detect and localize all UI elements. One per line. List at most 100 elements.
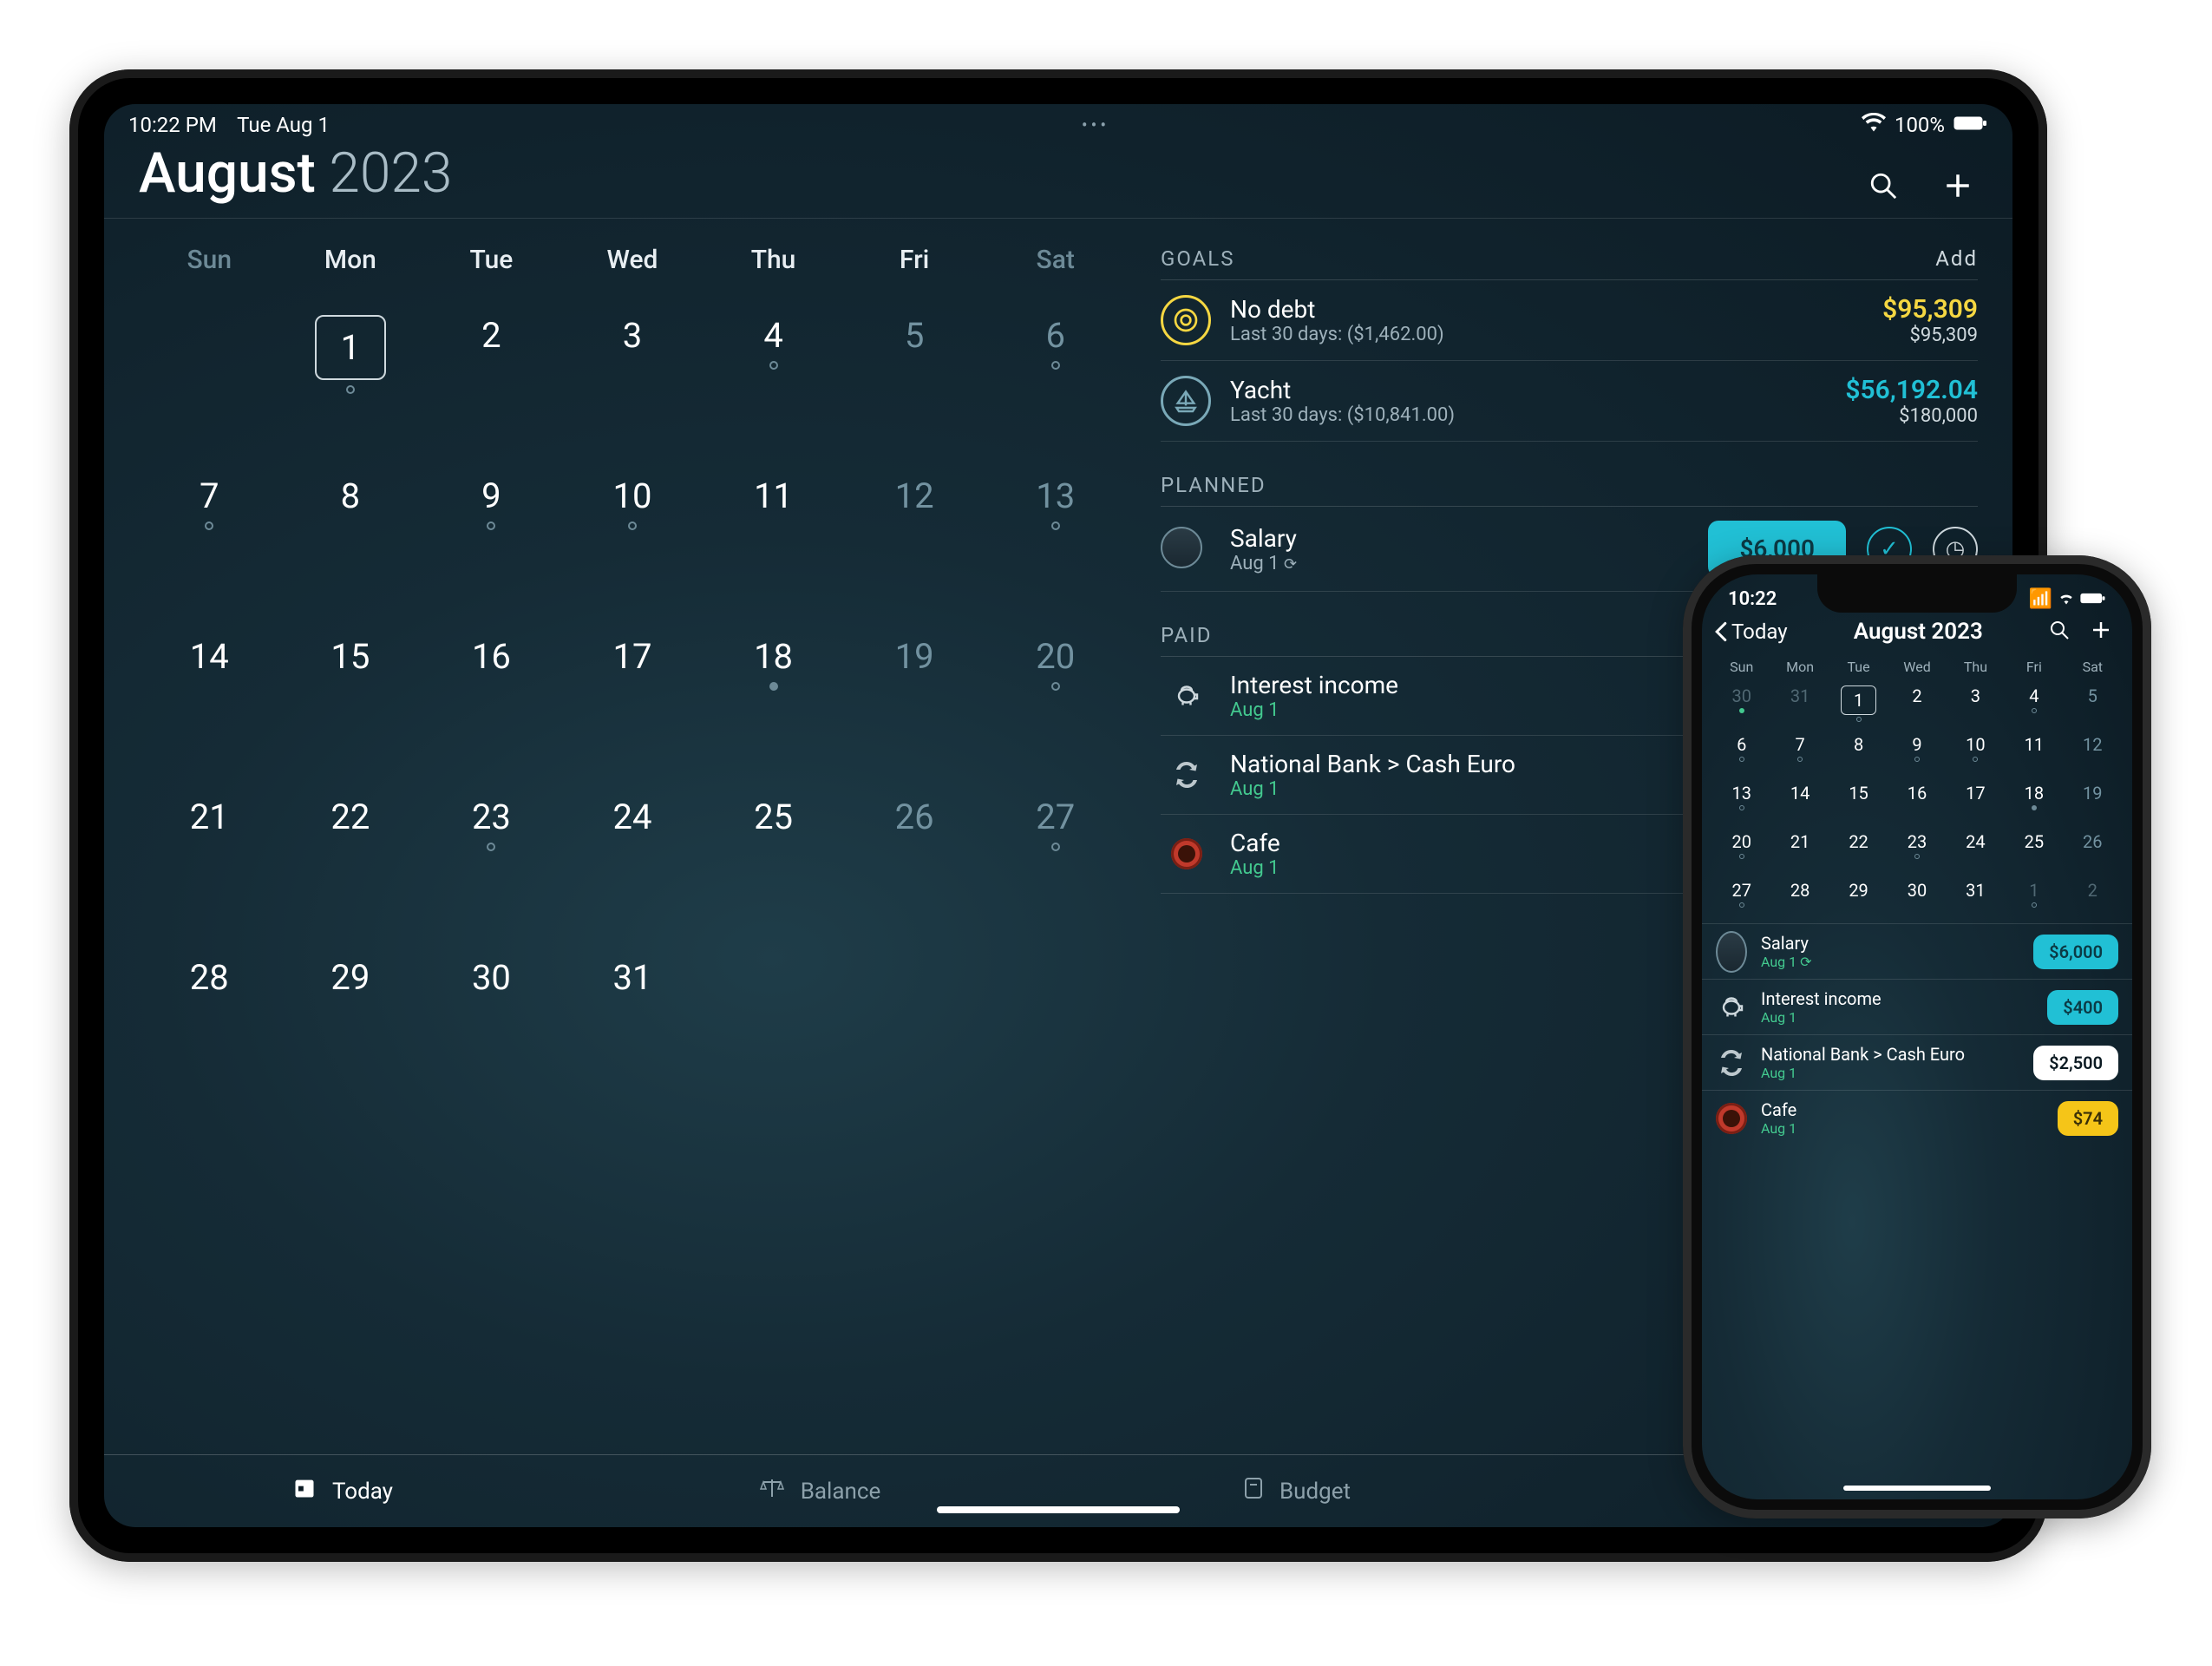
calendar-day[interactable]: 2 xyxy=(1888,680,1946,729)
search-button[interactable] xyxy=(1863,166,1903,206)
calendar-day[interactable]: 17 xyxy=(562,620,704,781)
calendar-day[interactable]: 6 xyxy=(1712,729,1770,777)
calendar-day[interactable]: 5 xyxy=(2064,680,2122,729)
transaction-row[interactable]: Interest incomeAug 1 $400 xyxy=(1702,979,2132,1034)
tab-today[interactable]: Today xyxy=(104,1476,581,1506)
home-indicator[interactable] xyxy=(937,1506,1180,1513)
calendar-day[interactable]: 8 xyxy=(280,460,422,620)
calendar-day[interactable]: 25 xyxy=(2005,826,2063,875)
calendar-day[interactable]: 17 xyxy=(1947,777,2005,826)
calendar-day[interactable]: 23 xyxy=(1888,826,1946,875)
iphone-status-time: 10:22 xyxy=(1728,588,1777,610)
calendar-day[interactable]: 30 xyxy=(1712,680,1770,729)
calendar-day[interactable]: 31 xyxy=(1947,875,2005,923)
calendar-day[interactable]: 29 xyxy=(1829,875,1888,923)
calendar-day[interactable]: 25 xyxy=(703,781,844,941)
calendar-day[interactable]: 18 xyxy=(2005,777,2063,826)
battery-text: 100% xyxy=(1895,113,1945,137)
calendar-day[interactable]: 21 xyxy=(139,781,280,941)
calendar-day[interactable]: 22 xyxy=(280,781,422,941)
calendar-day[interactable]: 1 xyxy=(2005,875,2063,923)
calendar-day[interactable]: 28 xyxy=(1770,875,1829,923)
calendar-day[interactable]: 26 xyxy=(2064,826,2122,875)
calendar-day[interactable]: 21 xyxy=(1770,826,1829,875)
calendar-day[interactable]: 13 xyxy=(1712,777,1770,826)
calendar-day[interactable]: 2 xyxy=(421,299,562,460)
goals-add-button[interactable]: Add xyxy=(1935,246,1978,271)
add-button[interactable] xyxy=(1938,166,1978,206)
calendar-day[interactable]: 18 xyxy=(703,620,844,781)
transaction-row[interactable]: SalaryAug 1 ⟳ $6,000 xyxy=(1702,923,2132,979)
search-button[interactable] xyxy=(2049,620,2070,644)
home-indicator[interactable] xyxy=(1843,1486,1991,1491)
calendar-day[interactable]: 11 xyxy=(2005,729,2063,777)
calendar-day[interactable] xyxy=(139,299,280,460)
calendar-day[interactable]: 10 xyxy=(562,460,704,620)
calendar-day[interactable]: 11 xyxy=(703,460,844,620)
calendar-day[interactable]: 16 xyxy=(421,620,562,781)
calendar-day[interactable]: 16 xyxy=(1888,777,1946,826)
tab-balance[interactable]: Balance xyxy=(581,1476,1058,1506)
calendar-day[interactable]: 24 xyxy=(1947,826,2005,875)
calendar-day[interactable]: 30 xyxy=(1888,875,1946,923)
calendar-grid[interactable]: 1234567891011121314151617181920212223242… xyxy=(139,299,1126,1102)
goal-row[interactable]: No debtLast 30 days: ($1,462.00) $95,309… xyxy=(1161,280,1978,361)
calendar-day[interactable]: 15 xyxy=(1829,777,1888,826)
calendar-day[interactable]: 15 xyxy=(280,620,422,781)
calendar-day[interactable]: 31 xyxy=(1770,680,1829,729)
calendar-day[interactable]: 24 xyxy=(562,781,704,941)
back-button[interactable]: Today xyxy=(1714,620,1788,644)
calendar-day[interactable]: 3 xyxy=(1947,680,2005,729)
calendar-day[interactable]: 13 xyxy=(985,460,1126,620)
calendar-day[interactable]: 9 xyxy=(421,460,562,620)
weekday-label: Tue xyxy=(421,245,562,275)
calendar-day[interactable]: 19 xyxy=(844,620,985,781)
calendar-day[interactable]: 20 xyxy=(1712,826,1770,875)
calendar-day[interactable]: 29 xyxy=(280,941,422,1102)
amount-pill[interactable]: $400 xyxy=(2047,990,2118,1025)
wifi-icon xyxy=(1862,113,1886,137)
amount-pill[interactable]: $6,000 xyxy=(2033,935,2118,969)
calendar-day[interactable]: 5 xyxy=(844,299,985,460)
weekday-label: Mon xyxy=(280,245,422,275)
calendar-day[interactable]: 30 xyxy=(421,941,562,1102)
goal-row[interactable]: YachtLast 30 days: ($10,841.00) $56,192.… xyxy=(1161,361,1978,442)
calendar-day[interactable]: 2 xyxy=(2064,875,2122,923)
calendar-day[interactable]: 7 xyxy=(139,460,280,620)
calendar-day[interactable]: 8 xyxy=(1829,729,1888,777)
transaction-row[interactable]: CafeAug 1 $74 xyxy=(1702,1090,2132,1145)
calendar-day[interactable]: 7 xyxy=(1770,729,1829,777)
calendar-day[interactable]: 27 xyxy=(985,781,1126,941)
transaction-row[interactable]: National Bank > Cash EuroAug 1 $2,500 xyxy=(1702,1034,2132,1090)
amount-pill[interactable]: $2,500 xyxy=(2033,1046,2118,1080)
add-button[interactable] xyxy=(2091,620,2111,644)
calendar-day[interactable]: 23 xyxy=(421,781,562,941)
calendar-day[interactable]: 14 xyxy=(139,620,280,781)
calendar-day[interactable]: 28 xyxy=(139,941,280,1102)
calendar-day[interactable]: 6 xyxy=(985,299,1126,460)
calendar-day[interactable]: 27 xyxy=(1712,875,1770,923)
calendar-day[interactable]: 4 xyxy=(703,299,844,460)
multitask-indicator-icon[interactable]: ••• xyxy=(1082,115,1109,135)
weekday-header: SunMonTueWedThuFriSat xyxy=(139,236,1126,299)
calendar-day[interactable]: 20 xyxy=(985,620,1126,781)
calendar-day[interactable]: 12 xyxy=(844,460,985,620)
calendar-day[interactable]: 1 xyxy=(1829,680,1888,729)
iphone-calendar-grid[interactable]: 3031123456789101112131415161718192021222… xyxy=(1702,680,2132,923)
calendar-day[interactable]: 22 xyxy=(1829,826,1888,875)
calendar-day[interactable]: 26 xyxy=(844,781,985,941)
amount-pill[interactable]: $74 xyxy=(2058,1101,2118,1136)
calendar-day[interactable]: 31 xyxy=(562,941,704,1102)
calendar-day[interactable]: 3 xyxy=(562,299,704,460)
swap-icon xyxy=(1716,1047,1747,1079)
calendar-day[interactable]: 10 xyxy=(1947,729,2005,777)
calendar-day[interactable]: 9 xyxy=(1888,729,1946,777)
tab-budget[interactable]: Budget xyxy=(1058,1476,1535,1506)
calendar-day[interactable]: 1 xyxy=(280,299,422,460)
calendar-day[interactable]: 4 xyxy=(2005,680,2063,729)
calendar-day[interactable]: 14 xyxy=(1770,777,1829,826)
calendar-day[interactable]: 12 xyxy=(2064,729,2122,777)
goal-target: $180,000 xyxy=(1845,405,1978,427)
calendar-day[interactable]: 19 xyxy=(2064,777,2122,826)
header: August 2023 xyxy=(104,141,2012,218)
